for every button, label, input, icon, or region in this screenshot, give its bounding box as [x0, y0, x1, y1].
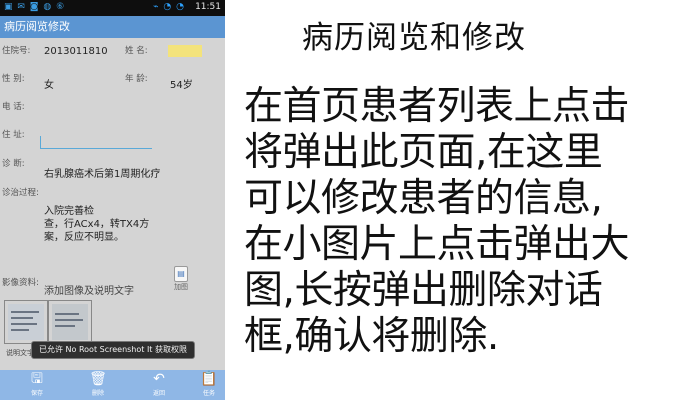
treatment-line: 入院完善检: [44, 206, 94, 217]
delete-label: 删除: [91, 390, 104, 397]
hospital-no-field[interactable]: 2013011810: [44, 46, 108, 57]
diagnosis-label: 诊 断:: [2, 159, 25, 169]
age-field[interactable]: 54岁: [170, 76, 193, 91]
phone-screenshot: ▣ ✉ ◙ ◍ ⑥ ⌁ ◔ ◔ 11:51 病历阅览修改 住院号: 201301…: [0, 0, 225, 400]
delete-button[interactable]: 🗑 删除: [83, 371, 113, 399]
bottom-action-bar: 🖫 保存 🗑 删除 ↶ 返回 📋 任务: [0, 370, 225, 400]
save-icon: 🖫: [31, 371, 43, 387]
description-line: 在小图片上点击弹出大: [244, 222, 630, 267]
description-title: 病历阅览和修改: [302, 20, 526, 56]
description-line: 可以修改患者的信息,: [244, 176, 603, 221]
treatment-line: 案，反应不明显。: [44, 232, 124, 243]
app-title: 病历阅览修改: [4, 20, 70, 33]
permission-toast: 已允许 No Root Screenshot It 获取权限: [31, 341, 195, 359]
app-titlebar: 病历阅览修改: [0, 16, 225, 38]
treatment-line: 查，行ACx4，转TX4方: [44, 219, 150, 230]
hospital-no-label: 住院号:: [2, 46, 31, 56]
treatment-textarea[interactable]: 入院完善检 查，行ACx4，转TX4方 案，反应不明显。: [40, 205, 190, 244]
add-image-button[interactable]: ▤ 加图: [170, 266, 192, 292]
thumbnail-caption: 说明文字: [6, 349, 34, 357]
undo-arrow-icon: ↶: [153, 371, 165, 387]
images-label: 影像资料:: [2, 278, 39, 288]
save-button[interactable]: 🖫 保存: [22, 371, 52, 399]
tasks-label: 任务: [202, 390, 215, 397]
trash-icon: 🗑: [89, 371, 107, 387]
address-field[interactable]: [40, 148, 152, 149]
clipboard-icon: 📋: [200, 371, 218, 387]
back-button[interactable]: ↶ 返回: [144, 371, 174, 399]
tasks-button[interactable]: 📋 任务: [194, 371, 224, 399]
age-label: 年 龄:: [125, 74, 148, 84]
description-line: 图,长按弹出删除对话: [244, 268, 603, 313]
add-image-icon: ▤: [174, 266, 188, 282]
description-text: 在首页患者列表上点击 将弹出此页面,在这里 可以修改患者的信息, 在小图片上点击…: [244, 84, 664, 360]
diagnosis-field[interactable]: 右乳腺癌术后第1周期化疗: [44, 165, 160, 180]
description-line: 在首页患者列表上点击: [244, 84, 630, 129]
images-caption-input[interactable]: 添加图像及说明文字: [44, 282, 134, 297]
address-cursor: [40, 136, 41, 148]
name-field[interactable]: [168, 45, 202, 57]
phone-label: 电 话:: [2, 102, 25, 112]
signal-icon: ⌁ ◔ ◔: [153, 2, 185, 12]
name-label: 姓 名:: [125, 46, 148, 56]
description-line: 框,确认将删除.: [244, 314, 499, 359]
image-thumbnail-2[interactable]: [48, 300, 92, 344]
description-line: 将弹出此页面,在这里: [244, 130, 603, 175]
add-image-label: 加图: [174, 283, 188, 291]
status-time: 11:51: [195, 2, 221, 12]
image-thumbnail-1[interactable]: [4, 300, 48, 344]
treatment-label: 诊治过程:: [2, 188, 39, 198]
status-notification-icons: ▣ ✉ ◙ ◍ ⑥: [4, 2, 66, 12]
save-label: 保存: [30, 390, 43, 397]
address-label: 住 址:: [2, 130, 25, 140]
status-bar: ▣ ✉ ◙ ◍ ⑥ ⌁ ◔ ◔ 11:51: [0, 0, 225, 16]
gender-field[interactable]: 女: [44, 76, 54, 91]
back-label: 返回: [152, 390, 165, 397]
gender-label: 性 别:: [2, 74, 25, 84]
